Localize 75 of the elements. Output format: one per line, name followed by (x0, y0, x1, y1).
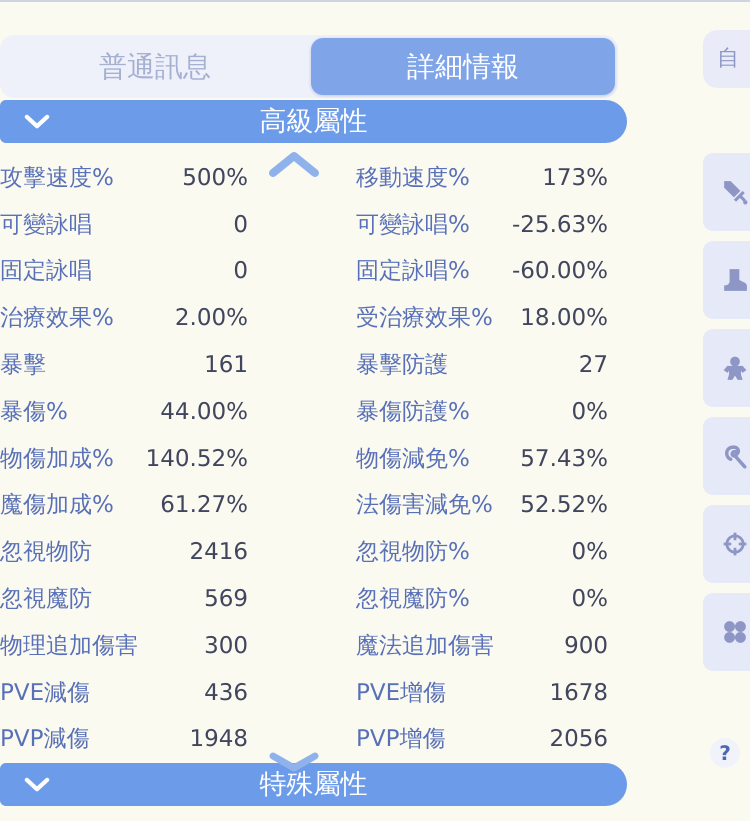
section-header[interactable]: 特殊屬性 (0, 763, 627, 806)
stat-value: -25.63% (512, 214, 608, 237)
section-title: 特殊屬性 (258, 771, 368, 798)
stat-label: 攻擊速度% (0, 166, 114, 190)
boot-icon (722, 267, 748, 293)
stat-label: 固定詠唱 (0, 260, 92, 284)
curl-icon (722, 443, 748, 469)
stat-label: 物理追加傷害 (0, 634, 138, 658)
stat-value: 1678 (549, 682, 608, 705)
stat-label: 忽視物防% (356, 541, 470, 564)
stat-value: 173% (542, 166, 608, 190)
stat-label: 可變詠唱 (0, 214, 92, 237)
stat-value: 300 (204, 634, 248, 658)
tab[interactable]: 普通訊息 (3, 38, 307, 95)
stat-label: 魔傷加成% (0, 494, 114, 518)
stat-value: 52.52% (520, 494, 608, 518)
stat-value: 1948 (189, 728, 248, 752)
stat-value: 140.52% (146, 448, 248, 471)
stat-label: 物傷減免% (356, 448, 470, 471)
stat-label: 忽視魔防% (356, 588, 470, 612)
chevron-down-icon (24, 777, 50, 792)
section-title: 高級屬性 (258, 108, 368, 135)
stat-label: 暴擊防護 (356, 354, 448, 378)
auto-button[interactable]: 自 (703, 30, 750, 88)
stat-value: 569 (204, 588, 248, 612)
side-tab-button[interactable] (703, 153, 750, 231)
chevron-down-icon (24, 114, 50, 129)
stat-value: 436 (204, 682, 248, 705)
side-tab-button[interactable] (703, 241, 750, 319)
side-tab-button[interactable] (703, 505, 750, 583)
stat-label: 治療效果% (0, 307, 114, 330)
stat-value: 0 (233, 214, 248, 237)
stat-label: PVP減傷 (0, 728, 90, 752)
stat-value: 0% (572, 400, 608, 424)
stat-value: 900 (564, 634, 608, 658)
figure-icon (722, 355, 748, 381)
stat-value: 57.43% (520, 448, 608, 471)
section-header[interactable]: 高級屬性 (0, 100, 627, 143)
stat-value: 27 (578, 354, 608, 378)
stat-label: 可變詠唱% (356, 214, 470, 237)
sword-icon (722, 179, 748, 205)
side-tab-button[interactable] (703, 593, 750, 671)
stat-value: 2.00% (174, 307, 248, 330)
side-tab-button[interactable] (703, 417, 750, 495)
stat-label: 暴傷% (0, 400, 68, 424)
help-button[interactable]: ? (710, 738, 740, 768)
stat-label: PVE減傷 (0, 682, 90, 705)
stat-value: 2416 (189, 541, 248, 564)
stat-label: 魔法追加傷害 (356, 634, 494, 658)
scroll-up-icon[interactable] (268, 150, 320, 178)
tab[interactable]: 詳細情報 (311, 38, 615, 95)
stat-label: 法傷害減免% (356, 494, 493, 518)
stat-label: 受治療效果% (356, 307, 493, 330)
stat-label: 暴擊 (0, 354, 46, 378)
stat-label: 忽視物防 (0, 541, 92, 564)
stat-label: PVP增傷 (356, 728, 446, 752)
stat-label: 暴傷防護% (356, 400, 470, 424)
stat-value: 0% (572, 588, 608, 612)
clover-icon (722, 619, 748, 645)
crosshair-icon (722, 531, 748, 557)
stat-value: 18.00% (520, 307, 608, 330)
stat-value: 0 (233, 260, 248, 284)
stat-value: 61.27% (160, 494, 248, 518)
stat-value: 44.00% (160, 400, 248, 424)
stat-value: 0% (572, 541, 608, 564)
stat-label: 固定詠唱% (356, 260, 470, 284)
stat-label: 移動速度% (356, 166, 470, 190)
stat-value: 161 (204, 354, 248, 378)
stat-value: 2056 (549, 728, 608, 752)
stat-value: -60.00% (512, 260, 608, 284)
stat-label: 忽視魔防 (0, 588, 92, 612)
stat-label: 物傷加成% (0, 448, 114, 471)
side-tab-button[interactable] (703, 329, 750, 407)
stat-label: PVE增傷 (356, 682, 446, 705)
stat-value: 500% (182, 166, 248, 190)
